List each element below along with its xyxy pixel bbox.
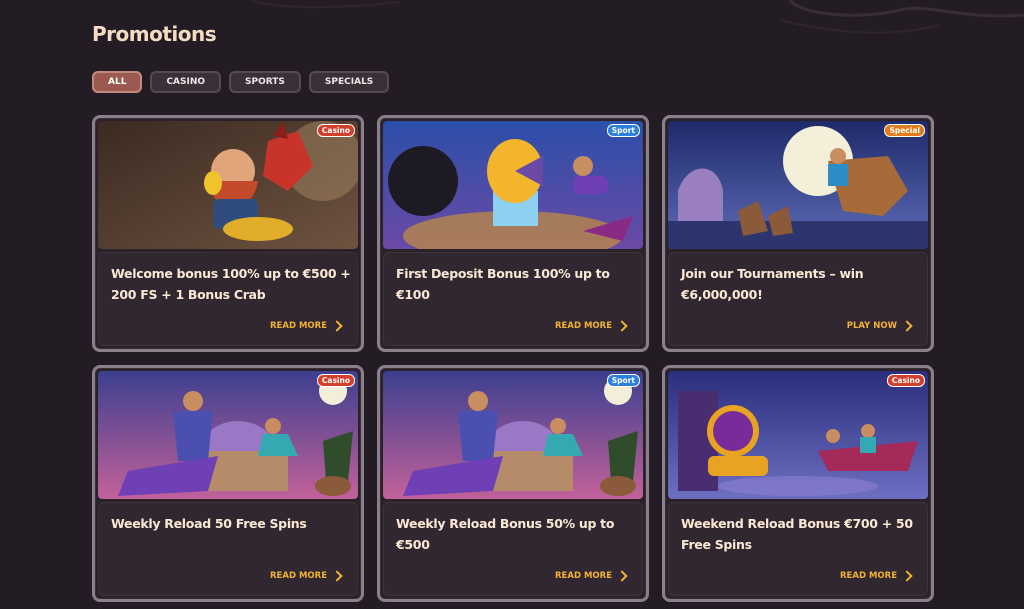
category-badge: Casino [886,374,925,387]
promo-card[interactable]: Casino Welcome bonus 100% up to €500 + 2… [92,115,364,352]
promo-card[interactable]: Sport Weekly Reload Bonus 50% up to €500… [377,365,649,602]
promo-body: Weekend Reload Bonus €700 + 50 Free Spin… [668,502,928,596]
category-badge: Casino [316,374,355,387]
promo-image [668,121,928,249]
promo-body: Welcome bonus 100% up to €500 + 200 FS +… [98,252,358,346]
chevron-right-icon [616,570,628,582]
chevron-right-icon [331,570,343,582]
filter-sports[interactable]: SPORTS [229,71,301,93]
promo-card[interactable]: Casino Weekend Reload Bonus €700 + 50 Fr… [662,365,934,602]
cta-label: READ MORE [270,321,327,331]
chevron-right-icon [901,320,913,332]
promo-body: First Deposit Bonus 100% up to €100 READ… [383,252,643,346]
cta-label: READ MORE [840,571,897,581]
promo-title: Weekend Reload Bonus €700 + 50 Free Spin… [681,516,913,552]
promo-title: First Deposit Bonus 100% up to €100 [396,266,610,302]
cta-label: READ MORE [555,571,612,581]
chevron-right-icon [331,320,343,332]
chevron-right-icon [901,570,913,582]
promo-image [668,371,928,499]
promo-card[interactable]: Special Join our Tournaments – win €6,00… [662,115,934,352]
promo-body: Join our Tournaments – win €6,000,000! P… [668,252,928,346]
read-more-link[interactable]: READ MORE [270,570,343,582]
filter-tabs: ALL CASINO SPORTS SPECIALS [92,71,390,93]
filter-casino[interactable]: CASINO [150,71,222,93]
read-more-link[interactable]: READ MORE [840,570,913,582]
promo-title: Weekly Reload Bonus 50% up to €500 [396,516,615,552]
promo-image [383,121,643,249]
promo-title: Welcome bonus 100% up to €500 + 200 FS +… [111,266,351,302]
category-badge: Casino [316,124,355,137]
category-badge: Sport [606,374,640,387]
cta-label: READ MORE [555,321,612,331]
promo-card[interactable]: Casino Weekly Reload 50 Free Spins READ … [92,365,364,602]
filter-specials[interactable]: SPECIALS [308,71,390,93]
promo-card[interactable]: Sport First Deposit Bonus 100% up to €10… [377,115,649,352]
cta-label: READ MORE [270,571,327,581]
chevron-right-icon [616,320,628,332]
play-now-link[interactable]: PLAY NOW [846,320,913,332]
category-badge: Sport [606,124,640,137]
filter-all[interactable]: ALL [92,71,143,93]
page-title: Promotions [92,22,217,46]
promo-image [383,371,643,499]
promo-title: Weekly Reload 50 Free Spins [111,516,307,531]
promo-image [98,371,358,499]
promo-body: Weekly Reload 50 Free Spins READ MORE [98,502,358,596]
promo-body: Weekly Reload Bonus 50% up to €500 READ … [383,502,643,596]
promo-title: Join our Tournaments – win €6,000,000! [681,266,864,302]
read-more-link[interactable]: READ MORE [270,320,343,332]
category-badge: Special [884,124,925,137]
cta-label: PLAY NOW [846,321,897,331]
promo-image [98,121,358,249]
read-more-link[interactable]: READ MORE [555,570,628,582]
read-more-link[interactable]: READ MORE [555,320,628,332]
